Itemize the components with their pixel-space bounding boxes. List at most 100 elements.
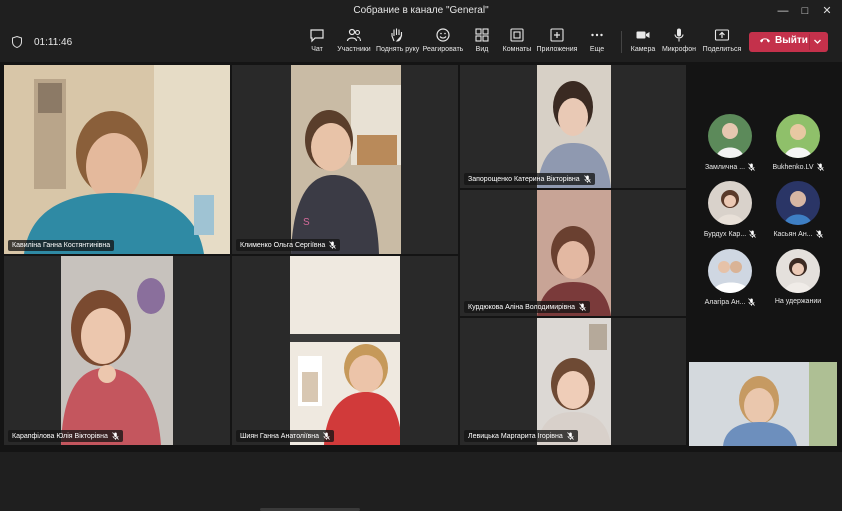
side-participant-name: Касьян Ан... (773, 230, 813, 238)
participant-name: Курдюкова Аліна Володимирівна (468, 303, 576, 311)
hang-up-icon (760, 38, 770, 43)
rooms-button[interactable]: Комнаты (501, 25, 533, 61)
mic-muted-icon (748, 163, 755, 171)
side-participant-name: Замлична ... (704, 163, 746, 171)
share-label: Поделиться (702, 46, 742, 53)
participant-name-tag: Запорощенко Катерина Вікторівна (464, 173, 595, 185)
participant-name: Шиян Ганна Анатоліївна (240, 432, 319, 440)
meeting-timer: 01:11:46 (34, 37, 73, 48)
raise-hand-button[interactable]: Поднять руку (376, 25, 420, 61)
participant-video (290, 256, 400, 445)
mic-muted-icon (815, 230, 823, 238)
avatar (776, 114, 820, 158)
mic-muted-icon (323, 432, 330, 440)
rooms-label: Комнаты (502, 46, 532, 53)
side-participant[interactable]: Замлична ... (700, 114, 760, 171)
chevron-down-icon[interactable] (812, 36, 823, 47)
side-participant-name: На удержании (774, 298, 822, 305)
view-button[interactable]: Вид (470, 25, 494, 61)
grid-icon (475, 28, 489, 42)
avatar-photo (784, 258, 812, 293)
participant-video (4, 65, 230, 254)
participant-name-tag: Карапфілова Юлія Вікторівна (8, 430, 123, 442)
camera-button[interactable]: Камера (629, 25, 657, 61)
window-title: Собрание в канале "General" (353, 5, 489, 16)
participant-tile[interactable]: Левицька Маргарита Ігорівна (460, 318, 686, 445)
title-bar: Собрание в канале "General" — □ ✕ (0, 0, 842, 22)
chat-button[interactable]: Чат (304, 25, 330, 61)
participant-tile[interactable]: S Клименко Ольга Сергіївна (232, 65, 458, 254)
avatar (708, 181, 752, 225)
mic-muted-icon (112, 432, 119, 440)
close-window-button[interactable]: ✕ (816, 2, 838, 20)
shield-icon (12, 36, 22, 48)
svg-text:S: S (303, 217, 310, 228)
meeting-toolbar: 01:11:46 Чат Участники Поднять руку Реаг… (0, 22, 842, 62)
participant-name: Левицька Маргарита Ігорівна (468, 432, 563, 440)
camera-icon (636, 31, 650, 39)
participants-label: Участники (337, 46, 371, 53)
microphone-icon (674, 28, 684, 42)
more-icon (591, 33, 603, 37)
participant-tile[interactable]: Карапфілова Юлія Вікторівна (4, 256, 230, 445)
react-button[interactable]: Реагировать (422, 25, 464, 61)
leave-divider (809, 34, 810, 50)
more-label: Еще (589, 46, 605, 53)
participant-name: Карапфілова Юлія Вікторівна (12, 432, 108, 440)
side-participant[interactable]: Алагіра Ан... (700, 249, 760, 306)
side-participant-name: Бурдух Кар... (703, 230, 747, 238)
participant-tile[interactable]: Кавиліна Ганна Костянтинівна (4, 65, 230, 254)
side-participant[interactable]: Bukhenko.LV (768, 114, 828, 171)
leave-label: Выйти (775, 35, 808, 46)
camera-label: Камера (630, 46, 656, 53)
self-view-image (689, 362, 837, 446)
side-participant-name: Алагіра Ан... (704, 298, 746, 306)
participant-video (537, 65, 611, 188)
people-icon (346, 28, 362, 42)
participant-name-tag: Клименко Ольга Сергіївна (236, 239, 341, 251)
microphone-button[interactable]: Микрофон (661, 25, 697, 61)
participant-tile[interactable]: Шиян Ганна Анатоліївна (232, 256, 458, 445)
self-view-video[interactable] (689, 362, 837, 446)
participant-video (537, 190, 611, 316)
chat-icon (310, 29, 324, 43)
smiley-icon (436, 28, 450, 42)
avatar (776, 181, 820, 225)
participant-name-tag: Шиян Ганна Анатоліївна (236, 430, 334, 442)
video-stage: Кавиліна Ганна Костянтинівна S Клименко … (0, 62, 842, 511)
avatar-photo (712, 261, 750, 293)
apps-label: Приложения (536, 46, 578, 53)
apps-button[interactable]: Приложения (536, 25, 578, 61)
share-button[interactable]: Поделиться (702, 25, 742, 61)
minimize-button[interactable]: — (772, 2, 794, 20)
participant-name: Запорощенко Катерина Вікторівна (468, 175, 580, 183)
participant-tile[interactable]: Запорощенко Катерина Вікторівна (460, 65, 686, 188)
participant-video: S (291, 65, 401, 254)
mic-muted-icon (579, 303, 586, 311)
mic-muted-icon (583, 175, 591, 183)
leave-button[interactable]: Выйти (749, 32, 828, 52)
avatar-photo (716, 123, 744, 158)
toolbar-divider (621, 31, 622, 53)
share-icon (714, 29, 730, 41)
raise-hand-label: Поднять руку (376, 46, 420, 53)
maximize-button[interactable]: □ (794, 2, 816, 20)
participant-video (537, 318, 611, 445)
hand-icon (391, 28, 403, 42)
side-participant[interactable]: Бурдух Кар... (700, 181, 760, 238)
participants-button[interactable]: Участники (335, 25, 373, 61)
avatar (708, 114, 752, 158)
more-button[interactable]: Еще (585, 25, 609, 61)
side-participant[interactable]: На удержании (768, 249, 828, 305)
view-label: Вид (475, 46, 489, 53)
participant-tile[interactable]: Курдюкова Аліна Володимирівна (460, 190, 686, 316)
avatar-photo (716, 190, 744, 225)
react-label: Реагировать (422, 46, 464, 53)
side-participant[interactable]: Касьян Ан... (768, 181, 828, 238)
avatar-photo (784, 124, 812, 158)
rooms-icon (510, 28, 524, 42)
side-participant-name: Bukhenko.LV (772, 163, 814, 171)
mic-muted-icon (748, 298, 756, 306)
mic-muted-icon (749, 230, 756, 238)
participant-name: Кавиліна Ганна Костянтинівна (12, 242, 111, 249)
